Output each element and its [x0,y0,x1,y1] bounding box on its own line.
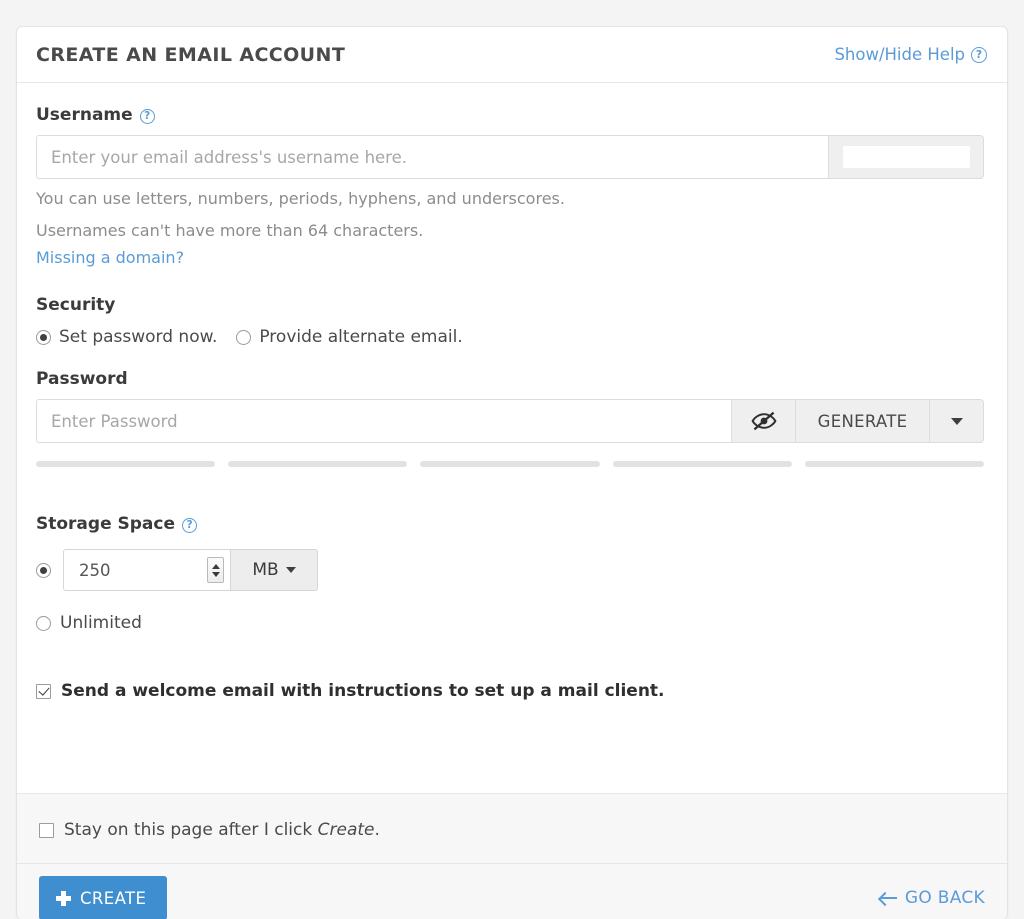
generate-password-button[interactable]: GENERATE [796,399,930,444]
generate-password-label: GENERATE [817,411,908,431]
radio-provide-alternate-email-icon[interactable] [236,329,252,345]
arrow-left-icon [879,892,897,905]
storage-quota-row: MB [36,549,988,592]
security-option-alternate-email[interactable]: Provide alternate email. [236,327,463,348]
go-back-link[interactable]: GO BACK [879,888,985,908]
create-button-label: CREATE [80,888,147,908]
password-strength-segment [804,461,985,468]
username-hint-line-2: Usernames can't have more than 64 charac… [36,220,424,240]
card-header: CREATE AN EMAIL ACCOUNT Show/Hide Help ? [17,27,1007,83]
username-help-icon[interactable]: ? [139,108,155,124]
password-options-dropdown-button[interactable] [930,399,984,444]
security-radio-group: Set password now. Provide alternate emai… [36,327,988,347]
storage-space-label: Storage Space ? [36,514,988,534]
security-option-alternate-email-label: Provide alternate email. [259,327,463,348]
password-strength-segment [420,461,600,468]
checkbox-stay-on-page-icon[interactable] [39,822,54,838]
storage-quota-input-group: MB [63,549,318,592]
password-strength-meter [36,461,985,468]
stay-on-page-option[interactable]: Stay on this page after I click Create. [17,794,1007,840]
radio-storage-unlimited-icon[interactable] [36,615,51,631]
password-strength-segment [36,461,216,468]
security-title: Security [36,295,116,316]
username-input-group [36,135,984,179]
go-back-label: GO BACK [904,888,985,908]
username-label-text: Username [36,105,133,125]
password-input[interactable] [36,399,732,444]
checkbox-send-welcome-email-icon[interactable] [36,683,51,699]
stay-on-page-label-before: Stay on this page after I click [64,820,318,840]
storage-unit-value: MB [252,560,279,581]
storage-unit-dropdown[interactable]: MB [231,549,318,592]
missing-a-domain-link[interactable]: Missing a domain? [36,248,184,267]
username-input[interactable] [36,135,829,179]
storage-quota-field[interactable] [63,549,231,592]
storage-space-section: Storage Space ? MB [36,514,988,633]
send-welcome-email-label: Send a welcome email with instructions t… [61,681,665,702]
radio-set-password-now-icon[interactable] [36,329,51,345]
page-title: CREATE AN EMAIL ACCOUNT [36,43,346,66]
storage-space-label-text: Storage Space [36,514,176,535]
stay-on-page-label: Stay on this page after I click Create. [64,820,380,840]
help-icon[interactable]: ? [971,46,987,63]
storage-unlimited-option[interactable]: Unlimited [36,613,988,633]
password-input-group: GENERATE [36,399,984,444]
create-email-account-card: CREATE AN EMAIL ACCOUNT Show/Hide Help ?… [16,26,1008,919]
security-option-set-password-label: Set password now. [59,327,218,348]
storage-space-help-icon[interactable]: ? [182,517,198,533]
show-hide-help-label: Show/Hide Help [834,45,965,64]
toggle-password-visibility-button[interactable] [732,399,796,444]
security-section: Security Set password now. Provide alter… [36,295,988,347]
radio-storage-quota-icon[interactable] [36,562,51,578]
chevron-down-icon [950,417,963,425]
domain-select[interactable] [829,135,984,179]
plus-icon [56,890,71,906]
username-label: Username ? [36,105,988,125]
password-strength-segment [612,461,792,468]
storage-unlimited-label: Unlimited [60,613,142,634]
create-button[interactable]: CREATE [39,876,168,919]
stay-on-page-label-emphasis: Create [317,820,375,840]
stay-on-page-label-after: . [374,820,380,840]
stepper-up-icon[interactable] [211,563,220,569]
stepper-down-icon[interactable] [211,571,220,577]
security-option-set-password[interactable]: Set password now. [36,327,217,347]
show-hide-help-link[interactable]: Show/Hide Help ? [834,45,987,64]
card-body: Username ? You can use letters, numbers,… [17,83,1007,846]
send-welcome-email-option[interactable]: Send a welcome email with instructions t… [36,681,988,701]
storage-quota-input[interactable] [77,559,207,581]
footer-actions: CREATE GO BACK [17,864,1007,919]
eye-slash-icon [751,412,776,431]
username-hint-line-1: You can use letters, numbers, periods, h… [36,189,565,208]
password-label: Password [36,369,128,390]
password-strength-segment [228,461,408,468]
card-footer: Stay on this page after I click Create. … [17,793,1007,919]
chevron-down-icon [285,567,296,574]
domain-select-value [842,146,970,168]
quantity-stepper[interactable] [207,557,224,584]
